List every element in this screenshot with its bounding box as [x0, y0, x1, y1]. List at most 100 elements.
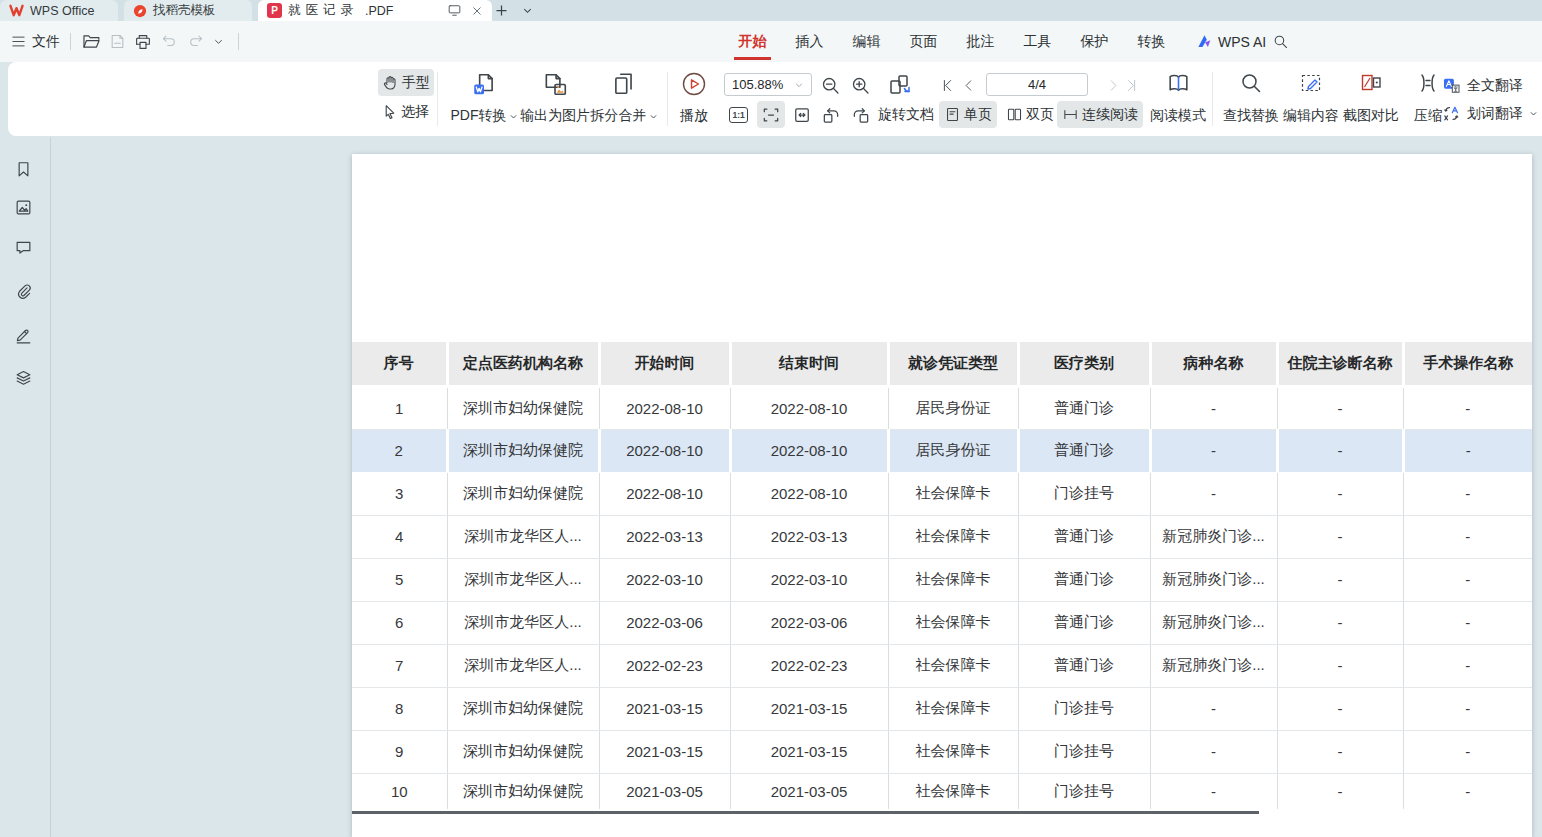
table-cell: 5 — [352, 558, 447, 601]
rotate-doc-button[interactable]: 旋转文档 — [874, 101, 938, 128]
table-cell: 普通门诊 — [1018, 601, 1150, 644]
play-button[interactable]: 播放 — [670, 68, 718, 130]
undo-icon[interactable] — [156, 29, 182, 55]
table-row: 6深圳市龙华区人...2022-03-062022-03-06社会保障卡普通门诊… — [352, 601, 1532, 644]
table-cell: - — [1277, 429, 1403, 472]
page-indicator-input[interactable]: 4/4 — [986, 73, 1088, 96]
tab-wps-office[interactable]: WPS Office — [0, 0, 118, 21]
split-merge-icon — [611, 71, 637, 97]
open-file-button[interactable] — [78, 29, 104, 55]
undo-redo-chevron-icon[interactable] — [208, 29, 228, 55]
table-cell: 2022-08-10 — [599, 429, 730, 472]
zoom-in-button[interactable] — [848, 73, 872, 97]
table-row: 10深圳市妇幼保健院2021-03-052021-03-05社会保障卡门诊挂号-… — [352, 773, 1532, 809]
menu-search-button[interactable] — [1272, 21, 1289, 62]
actual-size-button[interactable]: 1:1 — [726, 101, 751, 128]
table-cell: 深圳市龙华区人... — [447, 601, 599, 644]
tab-home[interactable]: 开始 — [724, 21, 781, 62]
full-translate-button[interactable]: 全文翻译 — [1442, 76, 1523, 95]
export-image-button[interactable]: 输出为图片 — [517, 68, 593, 130]
zoom-out-button[interactable] — [818, 73, 842, 97]
split-merge-button[interactable]: 拆分合并 — [588, 68, 660, 130]
tab-page[interactable]: 页面 — [895, 21, 952, 62]
bookmark-tool-icon[interactable] — [11, 157, 35, 181]
table-header-cell: 开始时间 — [599, 342, 730, 386]
word-translate-button[interactable]: 划词翻译 — [1442, 104, 1538, 123]
layers-tool-icon[interactable] — [11, 365, 35, 389]
hand-tool-button[interactable]: 手型 — [378, 69, 434, 96]
tab-comment[interactable]: 批注 — [952, 21, 1009, 62]
table-cell: 普通门诊 — [1018, 429, 1150, 472]
table-cell: 2021-03-05 — [730, 773, 888, 809]
table-cell: 2022-03-10 — [730, 558, 888, 601]
table-cell: 3 — [352, 472, 447, 515]
print-button[interactable] — [130, 29, 156, 55]
rotate-left-button[interactable] — [817, 101, 845, 128]
table-header-cell: 病种名称 — [1150, 342, 1277, 386]
zoom-level-select[interactable]: 105.88% — [724, 73, 812, 96]
table-cell: - — [1403, 644, 1532, 687]
table-cell: 社会保障卡 — [888, 687, 1018, 730]
play-icon — [681, 71, 707, 97]
next-page-button[interactable] — [1104, 75, 1122, 95]
tab-convert[interactable]: 转换 — [1123, 21, 1180, 62]
fit-page-icon — [792, 105, 812, 125]
comment-tool-icon[interactable] — [11, 235, 35, 259]
tab-list-chevron-icon[interactable] — [518, 0, 536, 21]
table-cell: 2021-03-15 — [730, 730, 888, 773]
table-cell: - — [1150, 429, 1277, 472]
tab-docer-templates[interactable]: 找稻壳模板 — [124, 0, 252, 21]
pdf-convert-button[interactable]: PDF转换 — [449, 68, 519, 130]
tab-protect[interactable]: 保护 — [1066, 21, 1123, 62]
first-page-button[interactable] — [937, 75, 957, 95]
continuous-read-button[interactable]: 连续阅读 — [1057, 101, 1143, 128]
select-tool-button[interactable]: 选择 — [378, 98, 433, 125]
annotate-tool-icon[interactable] — [11, 322, 35, 346]
rotate-right-button[interactable] — [847, 101, 875, 128]
wps-ai-button[interactable]: WPS AI — [1196, 21, 1266, 62]
save-button[interactable] — [104, 29, 130, 55]
redo-icon[interactable] — [182, 29, 208, 55]
fit-width-button[interactable] — [757, 101, 785, 128]
doc-tab-title-ext: .PDF — [365, 4, 393, 18]
table-cell: 2022-03-13 — [599, 515, 730, 558]
table-cell: 社会保障卡 — [888, 644, 1018, 687]
table-cell: 普通门诊 — [1018, 558, 1150, 601]
table-row: 9深圳市妇幼保健院2021-03-152021-03-15社会保障卡门诊挂号--… — [352, 730, 1532, 773]
table-cell: 7 — [352, 644, 447, 687]
table-cell: 深圳市龙华区人... — [447, 558, 599, 601]
pdf-convert-icon — [471, 71, 497, 97]
word-translate-icon — [1442, 104, 1461, 123]
table-cell: 深圳市妇幼保健院 — [447, 687, 599, 730]
table-cell: 新冠肺炎门诊... — [1150, 558, 1277, 601]
ribbon-toolbar: 手型 选择 PDF转换 输出为图片 拆分合并 播放 105.88% — [8, 62, 1542, 136]
table-cell: 普通门诊 — [1018, 515, 1150, 558]
swap-pages-icon[interactable] — [886, 71, 914, 99]
fit-page-button[interactable] — [788, 101, 816, 128]
table-cell: - — [1150, 773, 1277, 809]
table-row: 5深圳市龙华区人...2022-03-102022-03-10社会保障卡普通门诊… — [352, 558, 1532, 601]
single-page-button[interactable]: 单页 — [939, 101, 997, 128]
edit-content-button[interactable]: 编辑内容 — [1280, 68, 1342, 130]
read-mode-button[interactable]: 阅读模式 — [1146, 68, 1210, 130]
file-menu-button[interactable]: 文件 — [8, 33, 63, 51]
attachment-tool-icon[interactable] — [11, 279, 35, 303]
tab-edit[interactable]: 编辑 — [838, 21, 895, 62]
screenshot-compare-button[interactable]: 截图对比 — [1340, 68, 1402, 130]
table-cell: 2022-08-10 — [599, 472, 730, 515]
table-cell: 新冠肺炎门诊... — [1150, 644, 1277, 687]
table-cell: 深圳市龙华区人... — [447, 515, 599, 558]
prev-page-button[interactable] — [960, 75, 978, 95]
thumbnail-tool-icon[interactable] — [11, 195, 35, 219]
double-page-icon — [1006, 106, 1023, 123]
close-tab-icon[interactable] — [471, 5, 483, 17]
table-cell: 2021-03-15 — [730, 687, 888, 730]
present-mode-icon[interactable] — [447, 4, 462, 17]
new-tab-button[interactable] — [490, 0, 512, 21]
find-replace-button[interactable]: 查找替换 — [1220, 68, 1282, 130]
table-cell: - — [1403, 730, 1532, 773]
tab-tools[interactable]: 工具 — [1009, 21, 1066, 62]
last-page-button[interactable] — [1121, 75, 1141, 95]
tab-insert[interactable]: 插入 — [781, 21, 838, 62]
tab-document-active[interactable]: P 就医记录.PDF — [258, 0, 492, 21]
